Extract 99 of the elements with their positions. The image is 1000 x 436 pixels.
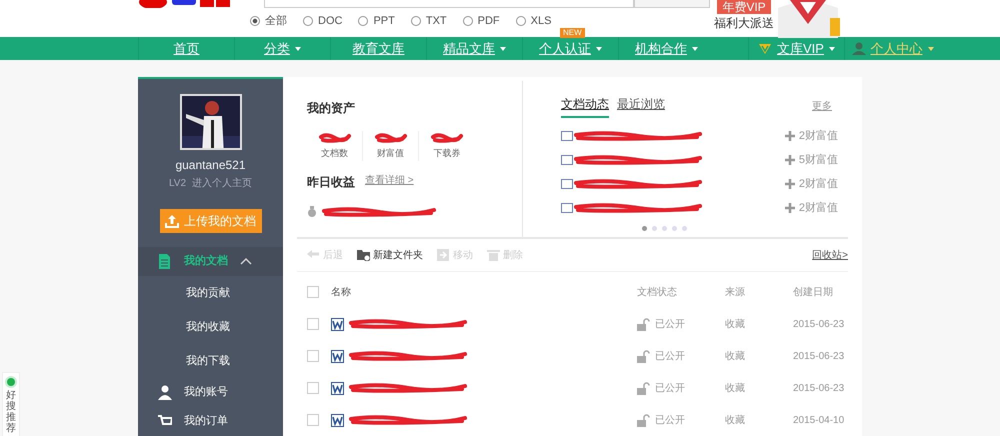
person-icon	[852, 42, 866, 55]
word-file-icon	[331, 414, 344, 427]
recycle-bin-link[interactable]: 回收站>	[812, 248, 848, 262]
date-cell-text: 2015-06-23	[793, 382, 844, 396]
nav-item[interactable]: 首页	[138, 37, 234, 60]
level-label: LV2	[168, 177, 186, 192]
status-text: 已公开	[655, 350, 685, 364]
toolbar-button[interactable]: 新建文件夹	[357, 248, 423, 262]
side-widget[interactable]: 好搜推荐	[2, 372, 20, 436]
nav-label[interactable]: 分类	[264, 38, 290, 58]
search-type-radio[interactable]: TXT	[410, 13, 447, 30]
pager-dot[interactable]	[652, 226, 657, 231]
source-cell-text: 收藏	[725, 414, 746, 428]
search-type-radio[interactable]: PPT	[358, 13, 395, 30]
person-icon	[158, 385, 172, 400]
trash-icon	[487, 249, 500, 261]
redaction-mark	[430, 131, 464, 145]
sidebar-item[interactable]: 我的账号	[138, 378, 283, 407]
redaction-mark	[318, 131, 352, 145]
search-type-radio[interactable]: PDF	[462, 13, 500, 30]
nav-label[interactable]: 首页	[174, 38, 200, 58]
vip-icon	[758, 42, 772, 55]
sidebar-subitem[interactable]: 我的收藏	[138, 310, 283, 344]
reward-label: 5财富值	[798, 152, 838, 168]
document-icon	[561, 131, 573, 141]
upload-button[interactable]: 上传我的文档	[160, 209, 262, 233]
source-cell-text: 收藏	[725, 382, 746, 396]
search-type-radio[interactable]: 全部	[250, 13, 287, 30]
word-file-icon	[331, 350, 344, 363]
pager-dot[interactable]	[672, 226, 677, 231]
stat-label: 文档数	[321, 147, 348, 160]
sidebar-subitem[interactable]: 我的下载	[138, 344, 283, 378]
folder-icon	[357, 249, 370, 261]
plus-icon	[784, 155, 795, 165]
reward-label: 2财富值	[798, 176, 838, 192]
status-text: 已公开	[655, 414, 685, 428]
section-title: 我的资产	[307, 100, 356, 117]
unlocked-icon	[637, 350, 650, 363]
status-dot-icon	[7, 378, 15, 386]
section-title: 昨日收益	[307, 174, 355, 190]
promo-badge[interactable]: 年费VIP	[717, 0, 771, 14]
new-badge: NEW	[560, 28, 585, 38]
money-bag-icon	[307, 206, 317, 217]
word-file-icon	[331, 382, 344, 395]
plus-icon	[784, 203, 795, 213]
redaction-mark	[374, 131, 408, 145]
search-type-radio[interactable]: XLS	[516, 13, 552, 30]
document-icon	[561, 203, 573, 213]
move-icon	[437, 249, 450, 261]
source-cell-text: 收藏	[725, 350, 746, 364]
sidebar-item[interactable]: 我的文档	[138, 247, 283, 276]
unlocked-icon	[637, 318, 650, 331]
column-header: 文档状态	[637, 286, 678, 300]
nav-item[interactable]: 机构合作	[618, 37, 714, 60]
nav-label[interactable]: 机构合作	[635, 38, 687, 58]
date-cell-text: 2015-06-23	[793, 318, 844, 332]
sidebar-item[interactable]: 我的订单	[138, 407, 283, 436]
sidebar-subitem[interactable]: 我的贡献	[138, 276, 283, 310]
pager-dot[interactable]	[682, 226, 687, 231]
row-checkbox[interactable]	[307, 318, 319, 330]
tab[interactable]: 最近浏览	[617, 95, 665, 118]
promo-text[interactable]: 福利大派送	[714, 14, 774, 32]
date-cell-text: 2015-04-10	[793, 414, 844, 428]
tab[interactable]: 文档动态	[561, 95, 609, 118]
row-checkbox[interactable]	[307, 382, 319, 394]
column-header: 名称	[331, 286, 352, 300]
unlocked-icon	[637, 414, 650, 427]
status-text: 已公开	[655, 382, 685, 396]
unlocked-icon	[637, 382, 650, 395]
pager-dot[interactable]	[642, 226, 647, 231]
plus-icon	[784, 131, 795, 141]
row-checkbox[interactable]	[307, 414, 319, 426]
status-text: 已公开	[655, 318, 685, 332]
select-all-checkbox[interactable]	[307, 286, 319, 298]
stat-label: 财富值	[377, 147, 404, 160]
home-link[interactable]: 进入个人主页	[192, 176, 252, 192]
document-icon	[561, 155, 573, 165]
stat-label: 下载券	[434, 147, 460, 160]
username: guantane521	[175, 157, 246, 174]
search-type-radio[interactable]: DOC	[303, 13, 342, 30]
widget-label: 好搜推荐	[6, 390, 16, 434]
document-icon	[158, 254, 172, 269]
date-cell-text: 2015-06-23	[793, 350, 844, 364]
column-header: 来源	[725, 286, 746, 300]
word-file-icon	[331, 318, 344, 331]
details-link[interactable]: 查看详细 >	[365, 172, 414, 190]
row-checkbox[interactable]	[307, 350, 319, 362]
reward-label: 2财富值	[798, 200, 838, 216]
upload-icon	[165, 214, 179, 228]
pager-dot[interactable]	[662, 226, 667, 231]
more-link[interactable]: 更多	[812, 99, 832, 114]
document-icon	[561, 179, 573, 189]
plus-icon	[784, 179, 795, 189]
reward-label: 2财富值	[798, 128, 838, 144]
source-cell-text: 收藏	[725, 318, 746, 332]
back-arrow-icon	[307, 249, 320, 261]
chevron-up-icon	[240, 257, 252, 266]
column-header: 创建日期	[793, 286, 833, 300]
nav-item[interactable]: 分类	[234, 37, 330, 60]
